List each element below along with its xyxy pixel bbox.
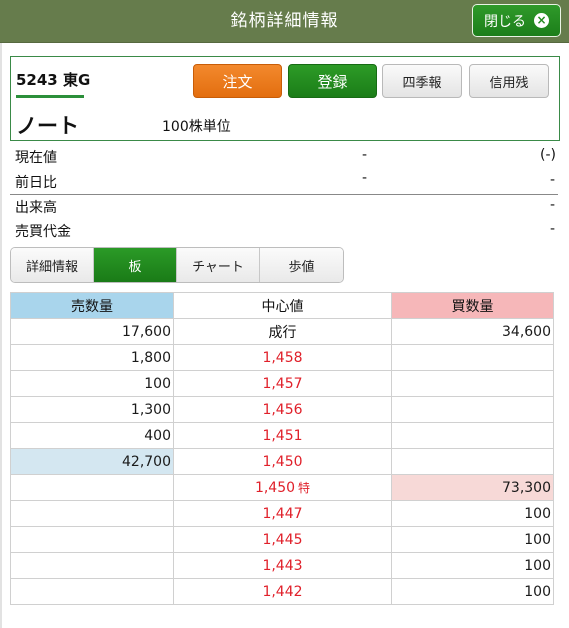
prev-diff-value: - bbox=[362, 170, 368, 186]
tab-chart[interactable]: チャート bbox=[177, 248, 260, 282]
price: 1,456 bbox=[173, 396, 392, 423]
register-button[interactable]: 登録 bbox=[288, 64, 377, 98]
board-row: 1,442 100 bbox=[10, 578, 554, 605]
price: 1,443 bbox=[173, 552, 392, 579]
board-row: 1,300 1,456 bbox=[10, 396, 554, 423]
sell-qty bbox=[10, 474, 174, 501]
buy-qty bbox=[391, 396, 554, 423]
buy-qty bbox=[391, 448, 554, 475]
credit-balance-button[interactable]: 信用残 bbox=[469, 64, 549, 98]
special-quote-badge: 特 bbox=[298, 481, 311, 495]
sell-qty-header: 売数量 bbox=[10, 292, 174, 319]
tab-ticks[interactable]: 歩値 bbox=[260, 248, 343, 282]
price: 1,442 bbox=[173, 578, 392, 605]
price: 1,451 bbox=[173, 422, 392, 449]
volume-value: - bbox=[550, 197, 556, 213]
buy-qty: 34,600 bbox=[391, 318, 554, 345]
price: 1,457 bbox=[173, 370, 392, 397]
sell-qty: 100 bbox=[10, 370, 174, 397]
price: 成行 bbox=[173, 318, 392, 345]
current-price-value: - bbox=[362, 147, 368, 163]
sell-qty: 1,800 bbox=[10, 344, 174, 371]
current-price-label: 現在値 bbox=[15, 150, 57, 166]
prev-diff-label: 前日比 bbox=[15, 175, 57, 191]
stock-code: 5243 東G bbox=[16, 71, 91, 89]
turnover-value: - bbox=[550, 221, 556, 237]
tab-board[interactable]: 板 bbox=[94, 248, 177, 282]
board-tabs: 詳細情報 板 チャート 歩値 bbox=[10, 247, 344, 283]
board-row: 17,600 成行 34,600 bbox=[10, 318, 554, 345]
board-row: 1,800 1,458 bbox=[10, 344, 554, 371]
board-row: 400 1,451 bbox=[10, 422, 554, 449]
sell-qty bbox=[10, 578, 174, 605]
stock-summary-box: 5243 東G 注文 登録 四季報 信用残 ノート 100株単位 bbox=[10, 56, 560, 141]
buy-qty: 100 bbox=[391, 526, 554, 553]
buy-qty-header: 買数量 bbox=[391, 292, 554, 319]
price: 1,447 bbox=[173, 500, 392, 527]
order-button[interactable]: 注文 bbox=[193, 64, 282, 98]
buy-qty: 100 bbox=[391, 500, 554, 527]
board-row: 1,443 100 bbox=[10, 552, 554, 579]
stock-code-underline bbox=[16, 95, 84, 98]
sell-qty bbox=[10, 500, 174, 527]
buy-qty bbox=[391, 370, 554, 397]
close-button[interactable]: 閉じる × bbox=[472, 4, 561, 37]
prev-diff-change: - bbox=[550, 172, 556, 188]
price-special: 1,450 特 bbox=[173, 474, 392, 501]
mid-price-header: 中心値 bbox=[173, 292, 392, 319]
window-header: 銘柄詳細情報 閉じる × bbox=[0, 0, 569, 43]
close-icon: × bbox=[534, 13, 549, 28]
price: 1,445 bbox=[173, 526, 392, 553]
trading-unit: 100株単位 bbox=[162, 119, 231, 135]
sell-qty-highlight: 42,700 bbox=[10, 448, 174, 475]
price: 1,458 bbox=[173, 344, 392, 371]
price: 1,450 bbox=[173, 448, 392, 475]
board-row: 1,447 100 bbox=[10, 500, 554, 527]
board-row: 100 1,457 bbox=[10, 370, 554, 397]
board-row: 1,450 特 73,300 bbox=[10, 474, 554, 501]
sell-qty: 400 bbox=[10, 422, 174, 449]
stock-name: ノート bbox=[16, 114, 79, 138]
info-divider bbox=[10, 194, 558, 195]
board-row: 42,700 1,450 bbox=[10, 448, 554, 475]
buy-qty bbox=[391, 344, 554, 371]
current-price-change: (-) bbox=[540, 147, 556, 163]
buy-qty: 100 bbox=[391, 552, 554, 579]
sell-qty bbox=[10, 552, 174, 579]
buy-qty-highlight: 73,300 bbox=[391, 474, 554, 501]
tab-details[interactable]: 詳細情報 bbox=[11, 248, 94, 282]
sell-qty: 1,300 bbox=[10, 396, 174, 423]
order-board: 売数量 中心値 買数量 17,600 成行 34,600 1,800 1,458… bbox=[10, 292, 554, 605]
volume-label: 出来高 bbox=[15, 200, 57, 216]
board-row: 1,445 100 bbox=[10, 526, 554, 553]
scroll-edge bbox=[0, 42, 2, 628]
buy-qty: 100 bbox=[391, 578, 554, 605]
turnover-label: 売買代金 bbox=[15, 224, 71, 240]
sell-qty: 17,600 bbox=[10, 318, 174, 345]
price: 1,450 bbox=[254, 480, 296, 496]
buy-qty bbox=[391, 422, 554, 449]
shikiho-button[interactable]: 四季報 bbox=[382, 64, 462, 98]
sell-qty bbox=[10, 526, 174, 553]
close-button-label: 閉じる bbox=[484, 13, 526, 30]
